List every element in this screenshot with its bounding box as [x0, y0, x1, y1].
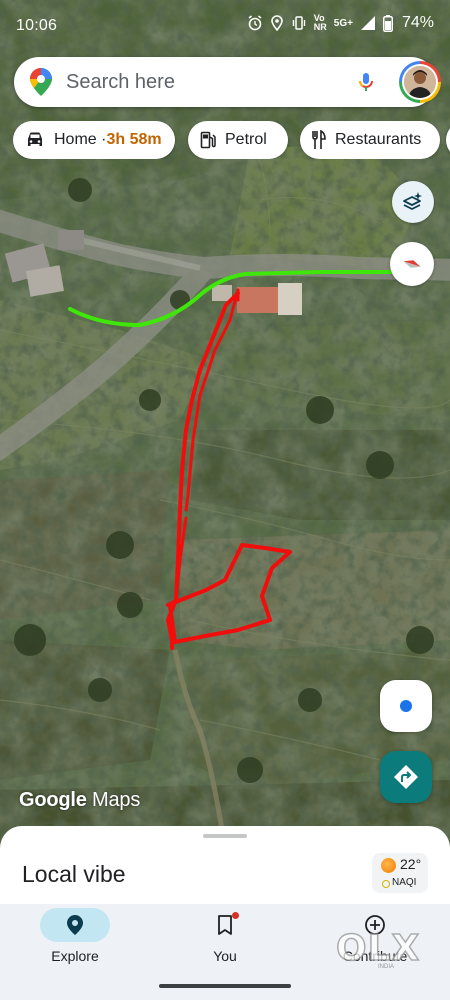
battery-icon [382, 14, 393, 32]
sheet-drag-handle[interactable] [203, 834, 247, 838]
compass-icon [403, 260, 421, 268]
my-location-button[interactable] [380, 680, 432, 732]
fork-knife-icon [312, 130, 326, 149]
battery-percent: 74% [401, 14, 434, 31]
avatar-photo [404, 66, 436, 98]
chip-hotels[interactable] [446, 121, 450, 159]
chip-restaurants-label: Restaurants [335, 131, 422, 148]
nav-explore[interactable]: Explore [0, 904, 150, 976]
google-maps-logo: Google Maps [19, 789, 140, 812]
notification-dot [232, 912, 239, 919]
nr-text: NR [313, 22, 327, 32]
explore-pin-icon [67, 915, 83, 935]
chip-petrol[interactable]: Petrol [188, 121, 288, 159]
alarm-icon [248, 15, 262, 31]
weather-temperature: 22° [400, 856, 422, 872]
search-input[interactable] [66, 70, 336, 94]
sun-icon [381, 858, 396, 873]
fuel-pump-icon [200, 131, 216, 149]
avatar-ring [402, 64, 438, 100]
status-icons: Vo NR 5G+ 74% [247, 14, 434, 32]
my-location-icon [400, 700, 412, 712]
compass-button[interactable] [390, 242, 434, 286]
chip-restaurants[interactable]: Restaurants [300, 121, 440, 159]
avatar-portrait [404, 66, 436, 98]
location-status-icon [270, 15, 283, 31]
quick-chips: Home · 3h 58m Petrol Restaurants [13, 121, 450, 159]
vibrate-icon [292, 16, 305, 30]
nav-contribute-label: Contribute [342, 948, 408, 964]
user-avatar[interactable] [399, 61, 441, 103]
chip-home-label: Home · [54, 131, 107, 148]
layers-icon [403, 192, 422, 210]
search-bar[interactable] [14, 57, 441, 107]
aqi-dot-icon [382, 880, 390, 888]
satellite-map[interactable]: 10:06 Vo NR 5G+ 74% Search here Home · 3… [0, 0, 450, 850]
nav-you[interactable]: You [150, 904, 300, 976]
chip-home-eta: 3h 58m [106, 131, 162, 148]
aqi-label: NAQI [392, 877, 417, 888]
add-circle-icon [365, 915, 385, 935]
volte-indicator: Vo NR [314, 14, 327, 32]
car-icon [28, 132, 42, 146]
bottom-sheet[interactable]: Local vibe 22° NAQI [0, 826, 450, 910]
status-bar: 10:06 Vo NR 5G+ 74% [0, 0, 450, 52]
signal-icon [360, 16, 375, 30]
nav-you-label: You [213, 948, 237, 964]
sheet-title: Local vibe [22, 861, 126, 887]
chip-home[interactable]: Home · 3h 58m [13, 121, 175, 159]
logo-maps: Maps [86, 789, 141, 811]
google-maps-pin-icon [30, 68, 52, 96]
nav-explore-label: Explore [51, 948, 99, 964]
directions-button[interactable] [380, 751, 432, 803]
network-type: 5G+ [333, 17, 353, 29]
directions-icon [394, 765, 418, 789]
chip-petrol-label: Petrol [225, 131, 267, 148]
weather-widget[interactable]: 22° NAQI [372, 853, 428, 893]
home-indicator[interactable] [159, 984, 291, 988]
logo-google: Google [19, 789, 87, 811]
mic-icon[interactable] [354, 70, 378, 94]
nav-contribute[interactable]: Contribute [300, 904, 450, 976]
status-time: 10:06 [16, 17, 58, 34]
layers-button[interactable] [392, 181, 434, 223]
